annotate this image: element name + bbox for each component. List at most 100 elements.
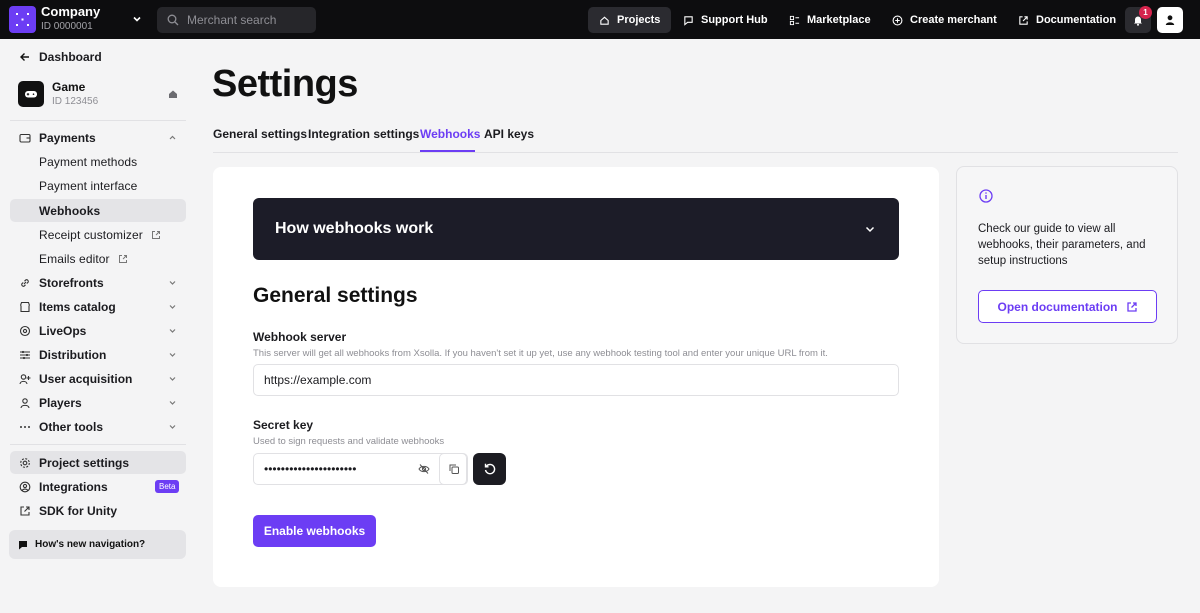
refresh-icon bbox=[484, 463, 495, 475]
copy-button[interactable] bbox=[439, 453, 468, 485]
active-tab-indicator bbox=[420, 150, 475, 152]
company-switcher[interactable]: Company ID 0000001 bbox=[41, 4, 100, 34]
chat-icon bbox=[684, 15, 693, 26]
sidebar-item-webhooks[interactable]: Webhooks bbox=[10, 199, 186, 222]
payment-methods-label: Payment methods bbox=[39, 154, 138, 169]
emails-editor-label: Emails editor bbox=[39, 251, 110, 266]
secret-key-help: Used to sign requests and validate webho… bbox=[253, 436, 445, 447]
whats-new-feedback[interactable]: How's new navigation? bbox=[9, 530, 186, 559]
store-icon bbox=[19, 301, 31, 313]
documentation-info-card: Check our guide to view all webhooks, th… bbox=[956, 166, 1178, 344]
sidebar-item-distribution[interactable]: Distribution bbox=[10, 343, 186, 366]
chevron-down-icon bbox=[169, 305, 176, 309]
grid-icon bbox=[789, 15, 800, 25]
user-menu-button[interactable] bbox=[1157, 7, 1183, 33]
items-catalog-label: Items catalog bbox=[39, 299, 116, 314]
section-title: General settings bbox=[253, 284, 418, 307]
sidebar-item-project-settings[interactable]: Project settings bbox=[10, 451, 186, 474]
info-card-text: Check our guide to view all webhooks, th… bbox=[978, 223, 1146, 267]
sidebar-item-user-acquisition[interactable]: User acquisition bbox=[10, 367, 186, 390]
chevron-down-icon bbox=[169, 281, 176, 285]
settings-tabs: General settings Integration settings We… bbox=[213, 123, 1178, 153]
gamepad-icon bbox=[25, 91, 37, 98]
back-to-dashboard[interactable]: Dashboard bbox=[10, 45, 186, 68]
sidebar-item-storefronts[interactable]: Storefronts bbox=[10, 271, 186, 294]
tab-webhooks[interactable]: Webhooks bbox=[420, 127, 480, 141]
home-icon bbox=[600, 16, 609, 25]
toggle-visibility-button[interactable] bbox=[410, 453, 438, 485]
arrow-left-icon bbox=[19, 51, 31, 63]
accordion-title: How webhooks work bbox=[275, 220, 434, 237]
regenerate-key-button[interactable] bbox=[473, 453, 506, 485]
tab-integration-settings[interactable]: Integration settings bbox=[308, 127, 419, 141]
search-input[interactable] bbox=[187, 13, 307, 27]
open-documentation-label: Open documentation bbox=[997, 299, 1118, 314]
nav-support-hub[interactable]: Support Hub bbox=[672, 7, 779, 33]
nav-create-merchant-label: Create merchant bbox=[910, 14, 997, 26]
payment-interface-label: Payment interface bbox=[39, 178, 138, 193]
open-documentation-button[interactable]: Open documentation bbox=[978, 290, 1157, 323]
user-icon bbox=[19, 397, 31, 409]
nav-support-hub-label: Support Hub bbox=[701, 14, 768, 26]
sdk-unity-label: SDK for Unity bbox=[39, 503, 117, 518]
external-link-icon bbox=[1126, 301, 1137, 312]
top-bar: Company ID 0000001 Projects Support Hub … bbox=[0, 0, 1200, 39]
company-name: Company bbox=[41, 4, 101, 19]
project-id: ID 123456 bbox=[52, 96, 99, 107]
storefronts-label: Storefronts bbox=[39, 275, 104, 290]
sliders-icon bbox=[19, 349, 31, 361]
tab-general-settings[interactable]: General settings bbox=[213, 127, 307, 141]
sidebar: Dashboard Game ID 123456 Payments Paymen… bbox=[0, 39, 196, 613]
other-tools-label: Other tools bbox=[39, 419, 104, 434]
external-link-icon bbox=[118, 254, 127, 263]
chevron-down-icon[interactable] bbox=[131, 13, 143, 25]
integrations-label: Integrations bbox=[39, 479, 108, 494]
xsolla-logo-icon bbox=[16, 13, 29, 26]
sidebar-divider bbox=[10, 120, 186, 121]
enable-webhooks-button[interactable]: Enable webhooks bbox=[253, 515, 376, 547]
nav-marketplace[interactable]: Marketplace bbox=[778, 7, 882, 33]
how-webhooks-work-accordion[interactable]: How webhooks work bbox=[253, 198, 899, 260]
sidebar-item-payments[interactable]: Payments bbox=[10, 126, 186, 149]
sidebar-item-liveops[interactable]: LiveOps bbox=[10, 319, 186, 342]
external-link-icon bbox=[1019, 15, 1028, 25]
nav-create-merchant[interactable]: Create merchant bbox=[881, 7, 1008, 33]
person-circle-icon bbox=[19, 481, 31, 493]
sidebar-item-payment-interface[interactable]: Payment interface bbox=[10, 174, 186, 197]
chevron-down-icon bbox=[169, 401, 176, 405]
chat-icon bbox=[19, 540, 27, 549]
nav-documentation[interactable]: Documentation bbox=[1007, 7, 1127, 33]
nav-projects[interactable]: Projects bbox=[588, 7, 672, 33]
beta-badge: Beta bbox=[155, 480, 180, 493]
project-settings-label: Project settings bbox=[39, 455, 130, 470]
company-id: ID 0000001 bbox=[41, 21, 93, 32]
sidebar-item-emails-editor[interactable]: Emails editor bbox=[10, 247, 186, 270]
sidebar-item-items-catalog[interactable]: Items catalog bbox=[10, 295, 186, 318]
chevron-up-icon bbox=[169, 135, 176, 140]
sidebar-item-payment-methods[interactable]: Payment methods bbox=[10, 150, 186, 173]
sidebar-item-integrations[interactable]: Integrations Beta bbox=[10, 475, 186, 498]
gear-icon bbox=[19, 457, 31, 469]
more-icon bbox=[19, 421, 31, 433]
webhooks-card: How webhooks work General settings Webho… bbox=[213, 167, 939, 587]
secret-key-label: Secret key bbox=[253, 418, 314, 432]
sidebar-divider bbox=[10, 444, 186, 445]
receipt-customizer-label: Receipt customizer bbox=[39, 227, 143, 242]
players-label: Players bbox=[39, 395, 82, 410]
sidebar-item-sdk-unity[interactable]: SDK for Unity bbox=[10, 499, 186, 522]
nav-marketplace-label: Marketplace bbox=[807, 14, 871, 26]
webhook-server-input[interactable] bbox=[253, 364, 899, 396]
distribution-label: Distribution bbox=[39, 347, 107, 362]
eye-off-icon bbox=[418, 464, 430, 474]
webhook-server-help: This server will get all webhooks from X… bbox=[253, 348, 828, 359]
webhook-server-label: Webhook server bbox=[253, 330, 347, 344]
company-logo[interactable] bbox=[9, 6, 36, 33]
project-name: Game bbox=[52, 80, 86, 94]
merchant-search[interactable] bbox=[157, 7, 316, 33]
sidebar-item-players[interactable]: Players bbox=[10, 391, 186, 414]
home-icon[interactable] bbox=[168, 89, 178, 99]
tab-api-keys[interactable]: API keys bbox=[484, 127, 534, 141]
nav-projects-label: Projects bbox=[617, 14, 661, 26]
sidebar-item-other-tools[interactable]: Other tools bbox=[10, 415, 186, 438]
sidebar-item-receipt-customizer[interactable]: Receipt customizer bbox=[10, 223, 186, 246]
